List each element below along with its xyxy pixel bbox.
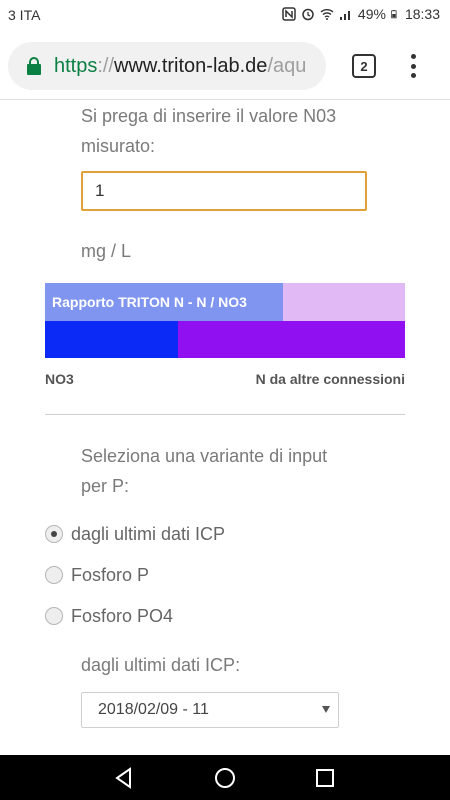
system-navigation-bar xyxy=(0,755,450,800)
radio-button-icp[interactable] xyxy=(45,525,63,543)
ratio-header-fill xyxy=(283,283,405,321)
url-separator: :// xyxy=(97,54,115,77)
browser-toolbar: https://www.triton-lab.de/aqu 2 xyxy=(0,30,450,100)
p-prompt: Seleziona una variante di input per P: xyxy=(81,441,381,501)
carrier-name: 3 ITA xyxy=(8,7,41,23)
ratio-segment-no3 xyxy=(45,321,178,358)
signal-icon xyxy=(339,11,350,20)
menu-dot xyxy=(410,73,416,78)
ratio-segment-other xyxy=(178,321,405,358)
overflow-menu-button[interactable] xyxy=(405,52,421,80)
icp-date-select[interactable]: 2018/02/09 - 11 xyxy=(81,692,339,728)
home-icon[interactable] xyxy=(212,765,238,791)
no3-prompt-line2: misurato: xyxy=(81,136,156,156)
nfc-icon xyxy=(282,7,296,21)
menu-dot xyxy=(410,54,416,59)
radio-button-fosforo-po4[interactable] xyxy=(45,607,63,625)
ratio-title: Rapporto TRITON N - N / NO3 xyxy=(45,283,283,321)
radio-option-icp[interactable]: dagli ultimi dati ICP xyxy=(45,519,225,549)
radio-label-fosforo-po4: Fosforo PO4 xyxy=(71,605,174,626)
icp-date-value: 2018/02/09 - 11 xyxy=(98,701,209,718)
menu-dot xyxy=(410,63,416,69)
radio-label-fosforo-p: Fosforo P xyxy=(71,564,150,585)
no3-prompt-line1: Si prega di inserire il valore N03 xyxy=(81,106,337,126)
chevron-down-icon xyxy=(322,706,330,713)
ratio-bar xyxy=(45,321,405,358)
status-bar: 3 ITA 49% 18:33 xyxy=(0,0,450,30)
section-divider xyxy=(45,414,405,415)
battery-percent: 49% xyxy=(357,6,386,22)
page-content: Si prega di inserire il valore N03 misur… xyxy=(0,100,450,755)
url-bar[interactable]: https://www.triton-lab.de/aqu xyxy=(8,42,326,90)
recents-icon[interactable] xyxy=(312,765,338,791)
url-scheme: https xyxy=(54,54,98,77)
p-prompt-line2: per P: xyxy=(81,476,130,496)
ratio-header: Rapporto TRITON N - N / NO3 xyxy=(45,283,405,321)
ratio-label-other: N da altre connessioni xyxy=(255,371,405,387)
url-host: www.triton-lab.de xyxy=(114,54,268,77)
alarm-icon xyxy=(302,8,314,21)
radio-option-fosforo-po4[interactable]: Fosforo PO4 xyxy=(45,601,173,631)
radio-option-fosforo-p[interactable]: Fosforo P xyxy=(45,560,149,590)
clock: 18:33 xyxy=(404,6,440,22)
icp-date-label: dagli ultimi dati ICP: xyxy=(81,655,241,675)
radio-label-icp: dagli ultimi dati ICP xyxy=(71,523,226,544)
ratio-label-no3: NO3 xyxy=(45,371,74,387)
unit-label: mg / L xyxy=(81,241,132,261)
url-text: https://www.triton-lab.de/aqu xyxy=(54,55,306,78)
tab-switcher-button[interactable]: 2 xyxy=(352,54,376,78)
lock-icon xyxy=(27,57,41,75)
wifi-icon xyxy=(320,9,334,20)
no3-value-input[interactable] xyxy=(81,171,367,211)
p-prompt-line1: Seleziona una variante di input xyxy=(81,446,328,466)
no3-prompt: Si prega di inserire il valore N03 misur… xyxy=(81,101,381,161)
radio-button-fosforo-p[interactable] xyxy=(45,566,63,584)
url-path: /aqu xyxy=(267,54,307,77)
battery-icon xyxy=(391,10,397,19)
back-icon[interactable] xyxy=(111,765,137,791)
